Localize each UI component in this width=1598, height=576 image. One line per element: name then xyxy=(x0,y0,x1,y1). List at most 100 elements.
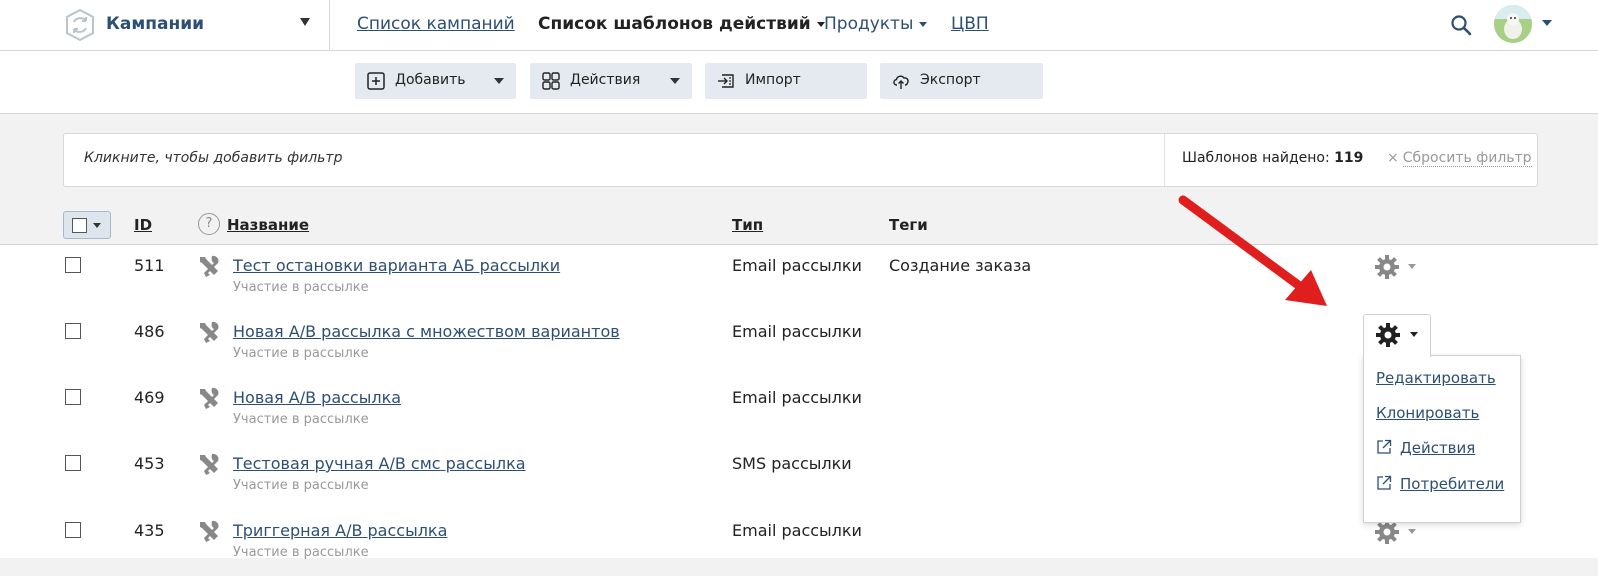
cloud-upload-icon xyxy=(893,75,909,89)
row-type: Email рассылки xyxy=(732,388,862,407)
table-row: 511 Тест остановки варианта АБ рассылки … xyxy=(0,245,1598,311)
add-button[interactable]: Добавить xyxy=(355,63,516,99)
select-all-checkbox[interactable] xyxy=(72,218,87,233)
user-menu-caret-icon[interactable] xyxy=(1542,20,1552,26)
tools-icon xyxy=(200,387,219,409)
plus-square-icon xyxy=(367,72,385,90)
toolbar: Добавить Действия Импорт Экспорт xyxy=(0,51,1598,114)
menu-item-consumers[interactable]: Потребители xyxy=(1376,475,1504,493)
column-header-tags: Теги xyxy=(889,216,928,234)
filter-hint[interactable]: Кликните, чтобы добавить фильтр xyxy=(84,150,342,166)
chevron-down-icon xyxy=(494,78,504,84)
campaigns-logo-icon xyxy=(66,8,94,42)
row-id: 486 xyxy=(134,322,165,341)
nav-cvp[interactable]: ЦВП xyxy=(951,14,989,34)
nav-cvp-label: ЦВП xyxy=(951,14,989,34)
table-body: 511 Тест остановки варианта АБ рассылки … xyxy=(0,245,1598,560)
import-icon xyxy=(718,74,734,88)
templates-found-label: Шаблонов найдено: xyxy=(1182,150,1330,166)
row-actions-button-open[interactable] xyxy=(1363,314,1431,357)
nav-products[interactable]: Продукты xyxy=(824,14,928,34)
table-row: 435 Триггерная A/B рассылка Участие в ра… xyxy=(0,510,1598,576)
row-name-link[interactable]: Триггерная A/B рассылка xyxy=(233,521,447,540)
table-row: 469 Новая A/B рассылка Участие в рассылк… xyxy=(0,377,1598,443)
table-row: 486 Новая A/B рассылка с множеством вари… xyxy=(0,311,1598,377)
row-checkbox[interactable] xyxy=(65,389,81,405)
row-subtitle: Участие в рассылке xyxy=(233,280,369,295)
row-name-link[interactable]: Тест остановки варианта АБ рассылки xyxy=(233,256,560,275)
app-switcher-caret-icon[interactable] xyxy=(300,18,310,26)
actions-button-label: Действия xyxy=(570,72,641,88)
grid-icon xyxy=(542,72,560,90)
tools-icon xyxy=(200,453,219,475)
import-button[interactable]: Импорт xyxy=(705,63,867,99)
reset-filter-link[interactable]: × Сбросить фильтр xyxy=(1387,150,1532,167)
row-subtitle: Участие в рассылке xyxy=(233,346,369,361)
row-name-link[interactable]: Новая A/B рассылка xyxy=(233,388,401,407)
export-button[interactable]: Экспорт xyxy=(880,63,1043,99)
close-icon: × xyxy=(1387,150,1399,166)
column-header-type[interactable]: Тип xyxy=(732,216,763,234)
row-type: Email рассылки xyxy=(732,256,862,275)
chevron-down-icon[interactable] xyxy=(1408,529,1416,534)
table-header: ID ? Название Тип Теги xyxy=(0,204,1598,245)
nav-action-templates[interactable]: Список шаблонов действий xyxy=(538,14,825,34)
row-type: Email рассылки xyxy=(732,521,862,540)
row-checkbox[interactable] xyxy=(65,323,81,339)
nav-campaign-list-label: Список кампаний xyxy=(357,14,515,34)
gear-icon[interactable] xyxy=(1374,321,1402,349)
external-link-icon xyxy=(1377,439,1392,454)
nav-divider xyxy=(329,0,330,50)
filter-divider xyxy=(1164,134,1165,186)
app-title[interactable]: Кампании xyxy=(106,14,204,34)
row-type: SMS рассылки xyxy=(732,454,852,473)
chevron-down-icon[interactable] xyxy=(93,223,101,228)
templates-found-count: Шаблонов найдено: 119 xyxy=(1182,150,1363,166)
menu-item-actions[interactable]: Действия xyxy=(1376,439,1475,457)
menu-item-consumers-label: Потребители xyxy=(1400,475,1505,493)
search-icon[interactable] xyxy=(1450,14,1472,36)
column-header-id[interactable]: ID xyxy=(134,216,152,234)
gear-icon[interactable] xyxy=(1373,253,1401,281)
row-id: 453 xyxy=(134,454,165,473)
select-all-checkbox-dropdown[interactable] xyxy=(63,211,111,239)
row-id: 469 xyxy=(134,388,165,407)
help-icon[interactable]: ? xyxy=(198,213,220,235)
row-checkbox[interactable] xyxy=(65,257,81,273)
nav-products-label: Продукты xyxy=(824,14,914,34)
nav-campaign-list[interactable]: Список кампаний xyxy=(357,14,515,34)
menu-item-edit[interactable]: Редактировать xyxy=(1376,369,1496,387)
chevron-down-icon xyxy=(919,21,928,27)
chevron-down-icon[interactable] xyxy=(1408,264,1416,269)
row-name-link[interactable]: Новая A/B рассылка с множеством варианто… xyxy=(233,322,620,341)
column-header-name[interactable]: Название xyxy=(227,216,309,234)
external-link-icon xyxy=(1377,475,1392,490)
table-row: 453 Тестовая ручная A/B смс рассылка Уча… xyxy=(0,443,1598,509)
row-checkbox[interactable] xyxy=(65,522,81,538)
tools-icon xyxy=(200,321,219,343)
menu-item-actions-label: Действия xyxy=(1400,439,1476,457)
row-subtitle: Участие в рассылке xyxy=(233,478,369,493)
chevron-down-icon xyxy=(670,78,680,84)
add-button-label: Добавить xyxy=(395,72,466,88)
row-type: Email рассылки xyxy=(732,322,862,341)
tools-icon xyxy=(200,255,219,277)
row-checkbox[interactable] xyxy=(65,455,81,471)
tools-icon xyxy=(200,520,219,542)
actions-button[interactable]: Действия xyxy=(530,63,692,99)
row-subtitle: Участие в рассылке xyxy=(233,412,369,427)
user-avatar[interactable] xyxy=(1494,5,1532,43)
row-id: 435 xyxy=(134,521,165,540)
nav-action-templates-label: Список шаблонов действий xyxy=(538,14,811,34)
row-tags: Создание заказа xyxy=(889,256,1032,275)
menu-item-clone[interactable]: Клонировать xyxy=(1376,404,1479,422)
templates-found-value: 119 xyxy=(1334,150,1364,166)
reset-filter-label: Сбросить фильтр xyxy=(1402,150,1532,167)
row-id: 511 xyxy=(134,256,165,275)
top-navigation-bar: Кампании Список кампаний Список шаблонов… xyxy=(0,0,1598,51)
import-button-label: Импорт xyxy=(745,72,801,88)
row-name-link[interactable]: Тестовая ручная A/B смс рассылка xyxy=(233,454,526,473)
chevron-down-icon[interactable] xyxy=(1410,332,1418,337)
filter-bar[interactable]: Кликните, чтобы добавить фильтр Шаблонов… xyxy=(63,133,1538,187)
row-actions-menu: Редактировать Клонировать Действия Потре… xyxy=(1363,355,1521,523)
